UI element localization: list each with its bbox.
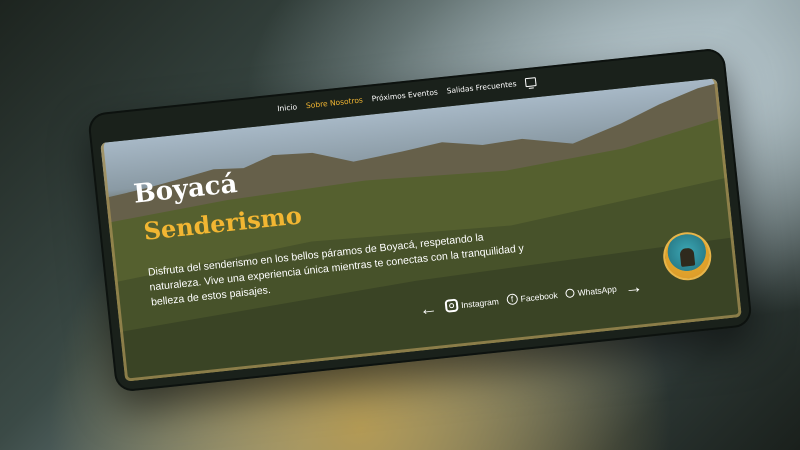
scene: Inicio Sobre Nosotros Próximos Eventos S… [0, 0, 800, 450]
instagram-label: Instagram [460, 295, 500, 310]
whatsapp-label: WhatsApp [577, 283, 618, 298]
facebook-icon: f [506, 293, 519, 306]
hero-banner: Boyacá Senderismo Disfruta del senderism… [100, 78, 742, 382]
monitor-icon[interactable] [524, 77, 537, 88]
instagram-icon [444, 298, 459, 313]
arrow-right-icon[interactable]: → [623, 276, 643, 298]
tablet-frame: Inicio Sobre Nosotros Próximos Eventos S… [87, 47, 753, 393]
nav-inicio[interactable]: Inicio [277, 102, 298, 113]
nav-proximos-eventos[interactable]: Próximos Eventos [371, 87, 438, 103]
facebook-label: Facebook [520, 289, 559, 304]
nav-salidas-frecuentes[interactable]: Salidas Frecuentes [446, 79, 517, 95]
whatsapp-icon [565, 288, 576, 299]
nav-sobre-nosotros[interactable]: Sobre Nosotros [306, 95, 364, 110]
arrow-left-icon[interactable]: ← [418, 297, 438, 319]
